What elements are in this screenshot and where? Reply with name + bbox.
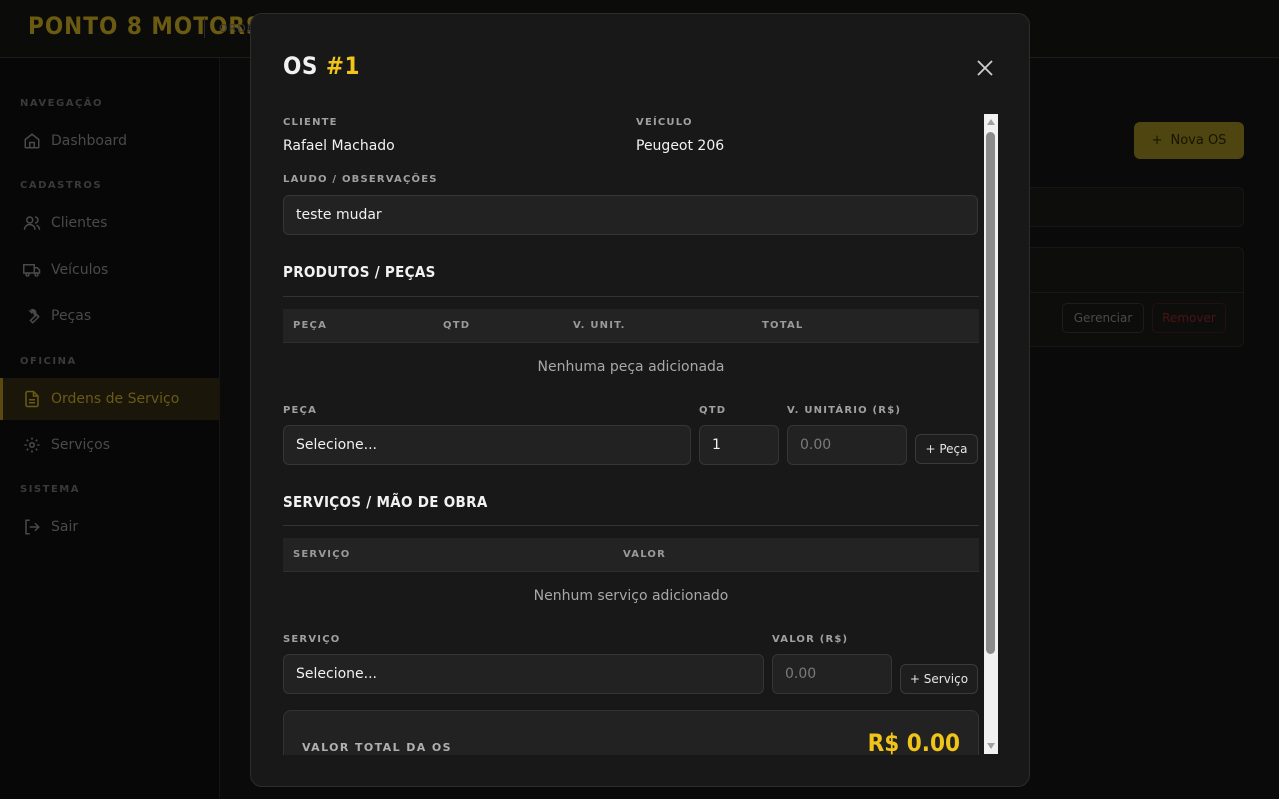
- scrollbar-thumb[interactable]: [986, 132, 995, 654]
- cliente-value: Rafael Machado: [283, 138, 395, 154]
- new-os-button[interactable]: + Nova OS: [1134, 122, 1244, 159]
- sidebar-item-sair[interactable]: Sair: [0, 506, 219, 548]
- column-header: QTD: [443, 320, 471, 331]
- total-value: R$ 0.00: [867, 729, 960, 755]
- nav-section-label: OFICINA: [20, 356, 77, 367]
- sidebar-item-label: Serviços: [51, 437, 110, 453]
- column-header: TOTAL: [762, 320, 804, 331]
- servicos-empty-message: Nenhum serviço adicionado: [533, 588, 729, 604]
- veiculo-value: Peugeot 206: [636, 138, 725, 154]
- valor-input[interactable]: 0.00: [772, 654, 892, 694]
- sidebar-item-veiculos[interactable]: Veículos: [0, 249, 219, 291]
- sidebar-item-label: Veículos: [51, 262, 109, 278]
- qtd-input[interactable]: 1: [699, 425, 779, 465]
- sidebar-item-pecas[interactable]: Peças: [0, 295, 219, 337]
- sidebar-item-dashboard[interactable]: Dashboard: [0, 120, 219, 162]
- sidebar-item-clientes[interactable]: Clientes: [0, 202, 219, 244]
- logout-icon: [22, 517, 42, 537]
- vunit-input[interactable]: 0.00: [787, 425, 907, 465]
- servicos-table-header: SERVIÇO VALOR: [283, 538, 979, 572]
- remove-button[interactable]: Remover: [1152, 303, 1226, 333]
- gear-icon: [22, 435, 42, 455]
- total-box: VALOR TOTAL DA OS R$ 0.00: [283, 710, 979, 755]
- close-button[interactable]: [973, 56, 997, 80]
- sidebar: NAVEGAÇÃO Dashboard CADASTROS Clientes V…: [0, 58, 220, 799]
- search-input[interactable]: [1008, 187, 1244, 227]
- modal-title: OS #1: [283, 52, 360, 80]
- scroll-down-arrow-icon[interactable]: [986, 740, 996, 752]
- peca-select[interactable]: Selecione...: [283, 425, 691, 465]
- modal-scrollbar[interactable]: [984, 114, 998, 754]
- new-os-label: Nova OS: [1170, 133, 1227, 148]
- truck-icon: [22, 260, 42, 280]
- peca-label: PEÇA: [283, 405, 318, 416]
- laudo-label: LAUDO / OBSERVAÇÕES: [283, 174, 438, 185]
- order-modal: OS #1 CLIENTE Rafael Machado VEÍCULO Peu…: [250, 13, 1030, 787]
- home-icon: [22, 131, 42, 151]
- vunit-label: V. UNITÁRIO (R$): [787, 405, 902, 416]
- sidebar-item-label: Sair: [51, 519, 79, 535]
- produtos-empty-message: Nenhuma peça adicionada: [537, 359, 725, 375]
- section-divider: [283, 525, 979, 526]
- produtos-table-header: PEÇA QTD V. UNIT. TOTAL: [283, 309, 979, 343]
- qtd-label: QTD: [699, 405, 727, 416]
- table-divider: [1009, 292, 1243, 293]
- users-icon: [22, 213, 42, 233]
- top-divider: [204, 18, 205, 38]
- add-servico-button[interactable]: + Serviço: [900, 664, 978, 694]
- sidebar-item-label: Clientes: [51, 215, 108, 231]
- servico-label: SERVIÇO: [283, 634, 341, 645]
- column-header: VALOR: [623, 549, 667, 560]
- close-icon: [977, 60, 993, 76]
- nav-section-label: NAVEGAÇÃO: [20, 98, 104, 109]
- modal-title-prefix: OS: [283, 52, 318, 80]
- wrench-icon: [22, 306, 42, 326]
- valor-label: VALOR (R$): [772, 634, 849, 645]
- plus-icon: +: [1151, 133, 1163, 148]
- column-header: PEÇA: [293, 320, 328, 331]
- veiculo-label: VEÍCULO: [636, 117, 693, 128]
- produtos-section-title: PRODUTOS / PEÇAS: [283, 263, 436, 281]
- nav-section-label: SISTEMA: [20, 484, 80, 495]
- modal-title-number: #1: [325, 52, 361, 80]
- manage-button[interactable]: Gerenciar: [1062, 303, 1144, 333]
- servico-select[interactable]: Selecione...: [283, 654, 764, 694]
- document-icon: [22, 389, 42, 409]
- sidebar-item-label: Ordens de Serviço: [51, 391, 180, 407]
- sidebar-item-servicos[interactable]: Serviços: [0, 424, 219, 466]
- section-divider: [283, 296, 979, 297]
- cliente-label: CLIENTE: [283, 117, 338, 128]
- scroll-up-arrow-icon[interactable]: [986, 116, 996, 128]
- total-label: VALOR TOTAL DA OS: [302, 741, 452, 754]
- nav-section-label: CADASTROS: [20, 180, 103, 191]
- modal-scroll-area[interactable]: CLIENTE Rafael Machado VEÍCULO Peugeot 2…: [283, 115, 999, 755]
- column-header: SERVIÇO: [293, 549, 351, 560]
- sidebar-item-label: Peças: [51, 308, 92, 324]
- add-peca-button[interactable]: + Peça: [915, 434, 978, 464]
- column-header: V. UNIT.: [573, 320, 626, 331]
- servicos-section-title: SERVIÇOS / MÃO DE OBRA: [283, 493, 488, 511]
- sidebar-item-ordens[interactable]: Ordens de Serviço: [0, 378, 219, 420]
- laudo-field[interactable]: teste mudar: [283, 195, 978, 235]
- sidebar-item-label: Dashboard: [51, 133, 127, 149]
